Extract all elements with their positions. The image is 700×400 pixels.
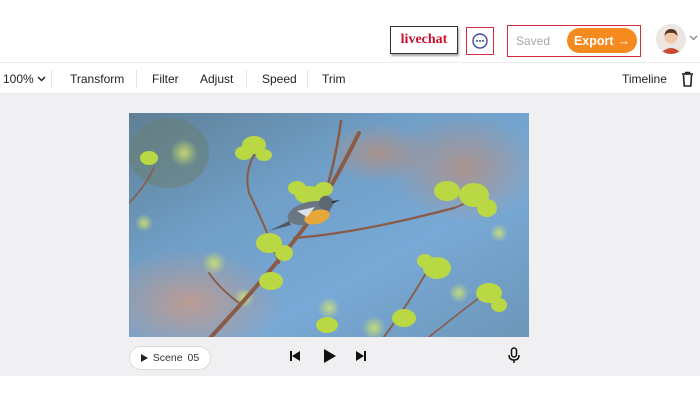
video-preview[interactable] — [129, 113, 529, 337]
avatar-image — [656, 24, 686, 54]
arrow-right-icon: → — [617, 33, 631, 48]
tool-trim[interactable]: Trim — [322, 72, 346, 86]
tool-filter[interactable]: Filter — [152, 72, 179, 86]
chat-button[interactable] — [466, 27, 494, 55]
tool-adjust[interactable]: Adjust — [200, 72, 233, 86]
timeline-button[interactable]: Timeline — [622, 72, 667, 86]
tool-speed[interactable]: Speed — [262, 72, 297, 86]
export-label: Export — [573, 33, 614, 48]
editor-workspace: Scene 05 — [0, 94, 700, 376]
livechat-button[interactable]: livechat — [390, 26, 458, 54]
play-icon — [140, 354, 148, 362]
top-bar: livechat Saved Export → — [0, 0, 700, 62]
export-button[interactable]: Export → — [567, 28, 637, 53]
livechat-label: livechat — [400, 32, 448, 47]
scene-number: 05 — [187, 352, 200, 364]
bird-on-branch-image — [129, 113, 529, 337]
skip-back-icon[interactable] — [289, 350, 301, 362]
toolbar-divider — [246, 70, 247, 88]
zoom-dropdown[interactable]: 100% — [3, 72, 46, 86]
user-avatar[interactable] — [656, 24, 686, 54]
scene-selector[interactable]: Scene 05 — [129, 346, 211, 370]
toolbar-divider — [136, 70, 137, 88]
scene-label: Scene — [152, 352, 183, 364]
edit-toolbar: 100% Transform Filter Adjust Speed Trim … — [0, 62, 700, 94]
toolbar-divider — [51, 70, 52, 88]
microphone-icon[interactable] — [508, 347, 520, 364]
saved-status: Saved — [516, 34, 551, 48]
chevron-down-icon[interactable] — [689, 35, 698, 41]
zoom-value: 100% — [3, 72, 34, 86]
chat-bubble-icon — [472, 33, 488, 49]
play-icon[interactable] — [323, 348, 337, 364]
chevron-down-icon — [37, 76, 46, 82]
tool-transform[interactable]: Transform — [70, 72, 124, 86]
save-export-group: Saved Export → — [507, 25, 641, 57]
skip-forward-icon[interactable] — [355, 350, 367, 362]
toolbar-divider — [307, 70, 308, 88]
footer-area — [0, 376, 700, 400]
playback-controls: Scene 05 — [0, 340, 700, 374]
trash-icon[interactable] — [681, 71, 694, 87]
